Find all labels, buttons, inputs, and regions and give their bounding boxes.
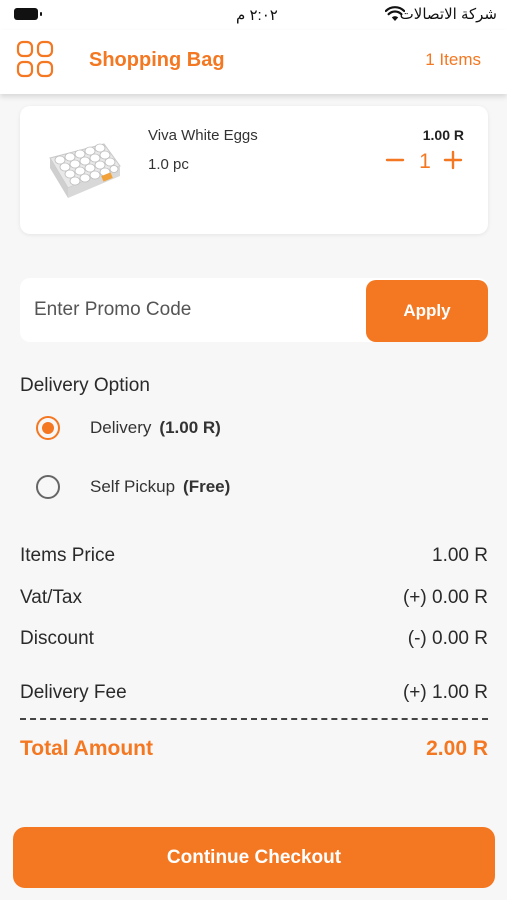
quantity-value: 1 bbox=[419, 150, 431, 173]
total-value: 2.00 R bbox=[426, 737, 488, 760]
delivery-fee-row: Delivery Fee (+) 1.00 R bbox=[20, 682, 488, 704]
egg-tray-image bbox=[49, 143, 121, 198]
radio-unselected-icon[interactable] bbox=[36, 475, 60, 499]
total-label: Total Amount bbox=[20, 737, 153, 760]
delivery-option-self-pickup[interactable]: Self Pickup (Free) bbox=[36, 474, 230, 500]
delivery-option-label: Delivery bbox=[90, 418, 152, 437]
discount-row: Discount (-) 0.00 R bbox=[20, 628, 488, 650]
increase-quantity-button[interactable] bbox=[442, 149, 464, 171]
carrier-name: شركة الاتصالات bbox=[399, 6, 497, 23]
vat-value: (+) 0.00 R bbox=[402, 587, 488, 608]
dashed-divider bbox=[20, 718, 488, 720]
items-price-value: 1.00 R bbox=[432, 545, 488, 566]
product-name: Viva White Eggs bbox=[148, 127, 258, 144]
status-time: ٢:٠٢ م bbox=[236, 7, 278, 24]
continue-checkout-button[interactable]: Continue Checkout bbox=[13, 827, 495, 888]
page-title: Shopping Bag bbox=[89, 49, 225, 71]
delivery-fee-value: (+) 1.00 R bbox=[402, 682, 488, 703]
discount-value: (-) 0.00 R bbox=[407, 628, 488, 649]
apply-promo-button[interactable]: Apply bbox=[366, 280, 488, 342]
promo-code-box: Apply bbox=[20, 278, 488, 342]
product-price: 1.00 R bbox=[422, 127, 464, 143]
vat-label: Vat/Tax bbox=[20, 587, 82, 608]
delivery-fee-label: Delivery Fee bbox=[20, 682, 127, 703]
screen: ٢:٠٢ م شركة الاتصالات Shopping Bag 1 Ite… bbox=[0, 0, 507, 900]
radio-selected-icon[interactable] bbox=[36, 416, 60, 440]
app-header: Shopping Bag 1 Items bbox=[0, 30, 507, 94]
delivery-option-price: (1.00 R) bbox=[159, 418, 221, 437]
product-unit: 1.0 pc bbox=[148, 156, 189, 173]
status-bar: ٢:٠٢ م شركة الاتصالات bbox=[0, 0, 507, 30]
discount-label: Discount bbox=[20, 628, 94, 649]
items-count: 1 Items bbox=[425, 50, 481, 69]
total-row: Total Amount 2.00 R bbox=[20, 737, 488, 761]
items-price-row: Items Price 1.00 R bbox=[20, 545, 488, 567]
battery-icon bbox=[14, 8, 42, 20]
delivery-option-heading: Delivery Option bbox=[20, 375, 150, 396]
vat-row: Vat/Tax (+) 0.00 R bbox=[20, 587, 488, 609]
pickup-option-price: (Free) bbox=[183, 477, 231, 496]
items-price-label: Items Price bbox=[20, 545, 116, 566]
promo-code-input[interactable] bbox=[20, 278, 366, 342]
grid-menu-icon[interactable] bbox=[16, 40, 54, 78]
delivery-option-delivery[interactable]: Delivery (1.00 R) bbox=[36, 415, 221, 441]
cart-item-card: Viva White Eggs 1.0 pc 1.00 R 1 bbox=[20, 106, 488, 234]
decrease-quantity-button[interactable] bbox=[384, 149, 406, 171]
pickup-option-label: Self Pickup bbox=[90, 477, 176, 496]
